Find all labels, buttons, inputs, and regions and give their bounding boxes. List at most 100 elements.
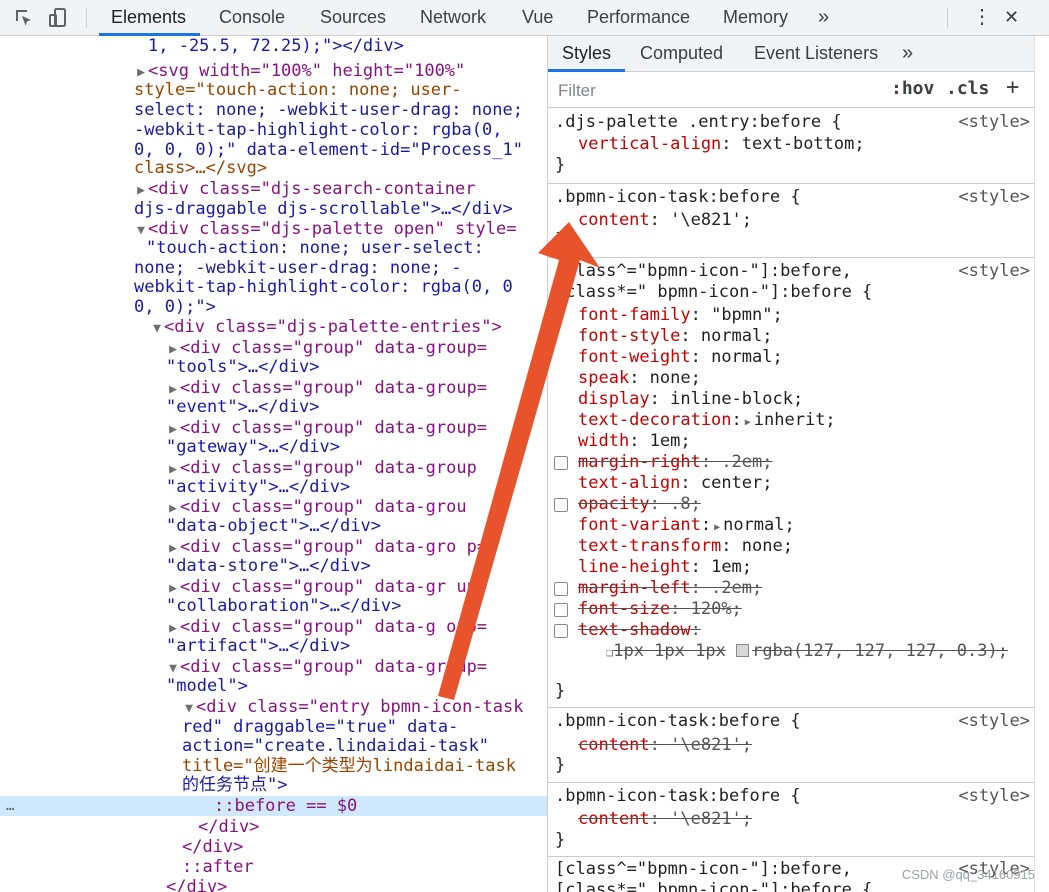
style-rule: [class^="bpmn-icon-"]:before, <style> [cl… (548, 257, 1034, 708)
rule-selector[interactable]: .bpmn-icon-task:before {<style> (548, 711, 1034, 732)
style-property[interactable]: text-transform: none; (548, 536, 1034, 557)
tab-memory[interactable]: Memory (723, 0, 788, 35)
style-rule: .bpmn-icon-task:before {<style> content:… (548, 183, 1034, 258)
style-property[interactable]: speak: none; (548, 368, 1034, 389)
style-origin-link[interactable]: <style> (958, 187, 1030, 208)
rule-selector[interactable]: [class*=" bpmn-icon-"]:before { (548, 282, 1034, 303)
property-checkbox[interactable] (554, 498, 568, 512)
style-property[interactable]: font-weight: normal; (548, 347, 1034, 368)
rule-selector[interactable]: [class^="bpmn-icon-"]:before, <style> (548, 261, 1034, 282)
tree-line[interactable]: 1, -25.5, 72.25);"></div> (0, 36, 547, 56)
kebab-menu-icon[interactable]: ⋮ (972, 0, 992, 35)
watermark: CSDN @qq_34160915 (901, 867, 1035, 882)
style-property-overridden[interactable]: opacity: .8; (548, 494, 1034, 515)
tree-line: title="创建一个类型为lindaidai-task (182, 756, 516, 776)
tree-node-group-tools[interactable]: ▶ <div class="group" data-group= (0, 338, 547, 358)
rule-close-brace: } (555, 830, 566, 850)
tree-node-svg[interactable]: ▶ <svg width="100%" height="100%" (0, 61, 547, 81)
more-actions-icon[interactable]: … (6, 796, 14, 816)
property-checkbox[interactable] (554, 582, 568, 596)
tree-line: "tools">…</div> (166, 357, 320, 377)
rule-selector[interactable]: .bpmn-icon-task:before {<style> (548, 187, 1034, 208)
tab-elements[interactable]: Elements (98, 0, 201, 36)
tree-line: -webkit-tap-highlight-color: rgba(0, (134, 120, 503, 140)
filter-input[interactable] (550, 76, 885, 105)
style-origin-link[interactable]: <style> (958, 786, 1030, 807)
tree-node-group-collaboration[interactable]: ▶ <div class="group" data-gr up= (0, 577, 547, 597)
style-rule: .djs-palette .entry:before {<style> vert… (548, 108, 1034, 184)
inspect-element-icon[interactable] (12, 6, 36, 30)
rule-selector[interactable]: .djs-palette .entry:before {<style> (548, 112, 1034, 133)
hov-toggle-button[interactable]: :hov (891, 78, 934, 99)
tab-sources[interactable]: Sources (320, 0, 386, 35)
close-icon[interactable]: ✕ (1004, 0, 1019, 35)
style-property[interactable]: font-variant: ▶ normal; (548, 515, 1034, 536)
tree-line: djs-draggable djs-scrollable">…</div> (134, 199, 513, 219)
expand-shorthand-icon[interactable]: ▶ (711, 517, 723, 538)
tree-node-before-selected[interactable]: …::before == $0 (0, 796, 547, 816)
device-toolbar-icon[interactable] (46, 6, 70, 30)
style-property[interactable]: display: inline-block; (548, 389, 1034, 410)
tree-node-group-artifact[interactable]: ▶ <div class="group" data-g oup= (0, 617, 547, 637)
style-property-overridden[interactable]: content: '\e821'; (548, 735, 1034, 756)
color-swatch[interactable] (736, 644, 750, 657)
tree-line: "collaboration">…</div> (166, 596, 402, 616)
tree-node-group-activity[interactable]: ▶ <div class="group" data-group (0, 458, 547, 478)
tree-node-entry-task[interactable]: ▼ <div class="entry bpmn-icon-task (0, 697, 547, 717)
tree-node-after[interactable]: ::after (0, 857, 547, 877)
tree-line: "activity">…</div> (166, 477, 351, 497)
tab-computed[interactable]: Computed (640, 36, 723, 71)
tab-event-listeners[interactable]: Event Listeners (754, 36, 878, 71)
property-checkbox[interactable] (554, 456, 568, 470)
cls-toggle-button[interactable]: .cls (946, 78, 989, 99)
style-origin-link[interactable]: <style> (958, 261, 1030, 282)
style-origin-link[interactable]: <style> (958, 112, 1030, 133)
tree-line: select: none; -webkit-user-drag: none; (134, 100, 523, 120)
expand-triangle-icon[interactable]: ▶ (134, 181, 148, 201)
tree-node-search-container[interactable]: ▶ <div class="djs-search-container (0, 179, 547, 199)
style-property[interactable]: line-height: 1em; (548, 557, 1034, 578)
style-property-overridden[interactable]: text-shadow: (548, 620, 1034, 641)
style-property-overridden[interactable]: font-size: 120%; (548, 599, 1034, 620)
tree-line: "touch-action: none; user-select: (146, 238, 484, 258)
style-property-overridden[interactable]: margin-left: .2em; (548, 578, 1034, 599)
tree-line: class>…</svg> (134, 158, 268, 178)
more-panes-button[interactable]: » (902, 36, 913, 71)
tree-node-group-event[interactable]: ▶ <div class="group" data-group= (0, 378, 547, 398)
tree-line: "model"> (166, 676, 248, 696)
property-checkbox[interactable] (554, 603, 568, 617)
tree-node-group-data-object[interactable]: ▶ <div class="group" data-grou (0, 497, 547, 517)
more-tabs-button[interactable]: » (818, 0, 829, 35)
style-property[interactable]: content: '\e821'; (548, 210, 1034, 231)
style-rule: .bpmn-icon-task:before {<style> content:… (548, 707, 1034, 783)
tab-vue[interactable]: Vue (522, 0, 553, 35)
expand-shorthand-icon[interactable]: ▶ (742, 412, 754, 433)
tree-node-group-model[interactable]: ▼ <div class="group" data-group= (0, 657, 547, 677)
styles-tabbar: Styles Computed Event Listeners » (548, 36, 1034, 72)
style-property[interactable]: font-style: normal; (548, 326, 1034, 347)
collapse-triangle-icon[interactable]: ▼ (150, 319, 164, 339)
style-property-value-continued: ❏1px 1px 1px rgba(127, 127, 127, 0.3); (606, 641, 1008, 661)
new-rule-button[interactable]: + (1006, 75, 1019, 100)
style-property[interactable]: font-family: "bpmn"; (548, 305, 1034, 326)
style-origin-link[interactable]: <style> (958, 711, 1030, 732)
tree-node-group-data-store[interactable]: ▶ <div class="group" data-gro p= (0, 537, 547, 557)
style-property[interactable]: text-decoration: ▶ inherit; (548, 410, 1034, 431)
tree-node-group-gateway[interactable]: ▶ <div class="group" data-group= (0, 418, 547, 438)
style-property[interactable]: width: 1em; (548, 431, 1034, 452)
style-property[interactable]: vertical-align: text-bottom; (548, 134, 1034, 155)
style-property[interactable]: text-align: center; (548, 473, 1034, 494)
tree-node-palette[interactable]: ▼ <div class="djs-palette open" style= (0, 219, 547, 239)
tab-network[interactable]: Network (420, 0, 486, 35)
collapse-triangle-icon[interactable]: ▼ (182, 699, 196, 719)
toolbar-separator-right (947, 8, 948, 28)
property-checkbox[interactable] (554, 624, 568, 638)
tab-styles[interactable]: Styles (548, 36, 626, 72)
tab-performance[interactable]: Performance (587, 0, 690, 35)
tree-line: 0, 0);"> (134, 297, 216, 317)
style-property-overridden[interactable]: margin-right: .2em; (548, 452, 1034, 473)
style-property-overridden[interactable]: content: '\e821'; (548, 809, 1034, 830)
rule-selector[interactable]: .bpmn-icon-task:before {<style> (548, 786, 1034, 807)
tab-console[interactable]: Console (219, 0, 285, 35)
tree-node-palette-entries[interactable]: ▼ <div class="djs-palette-entries"> (0, 317, 547, 337)
